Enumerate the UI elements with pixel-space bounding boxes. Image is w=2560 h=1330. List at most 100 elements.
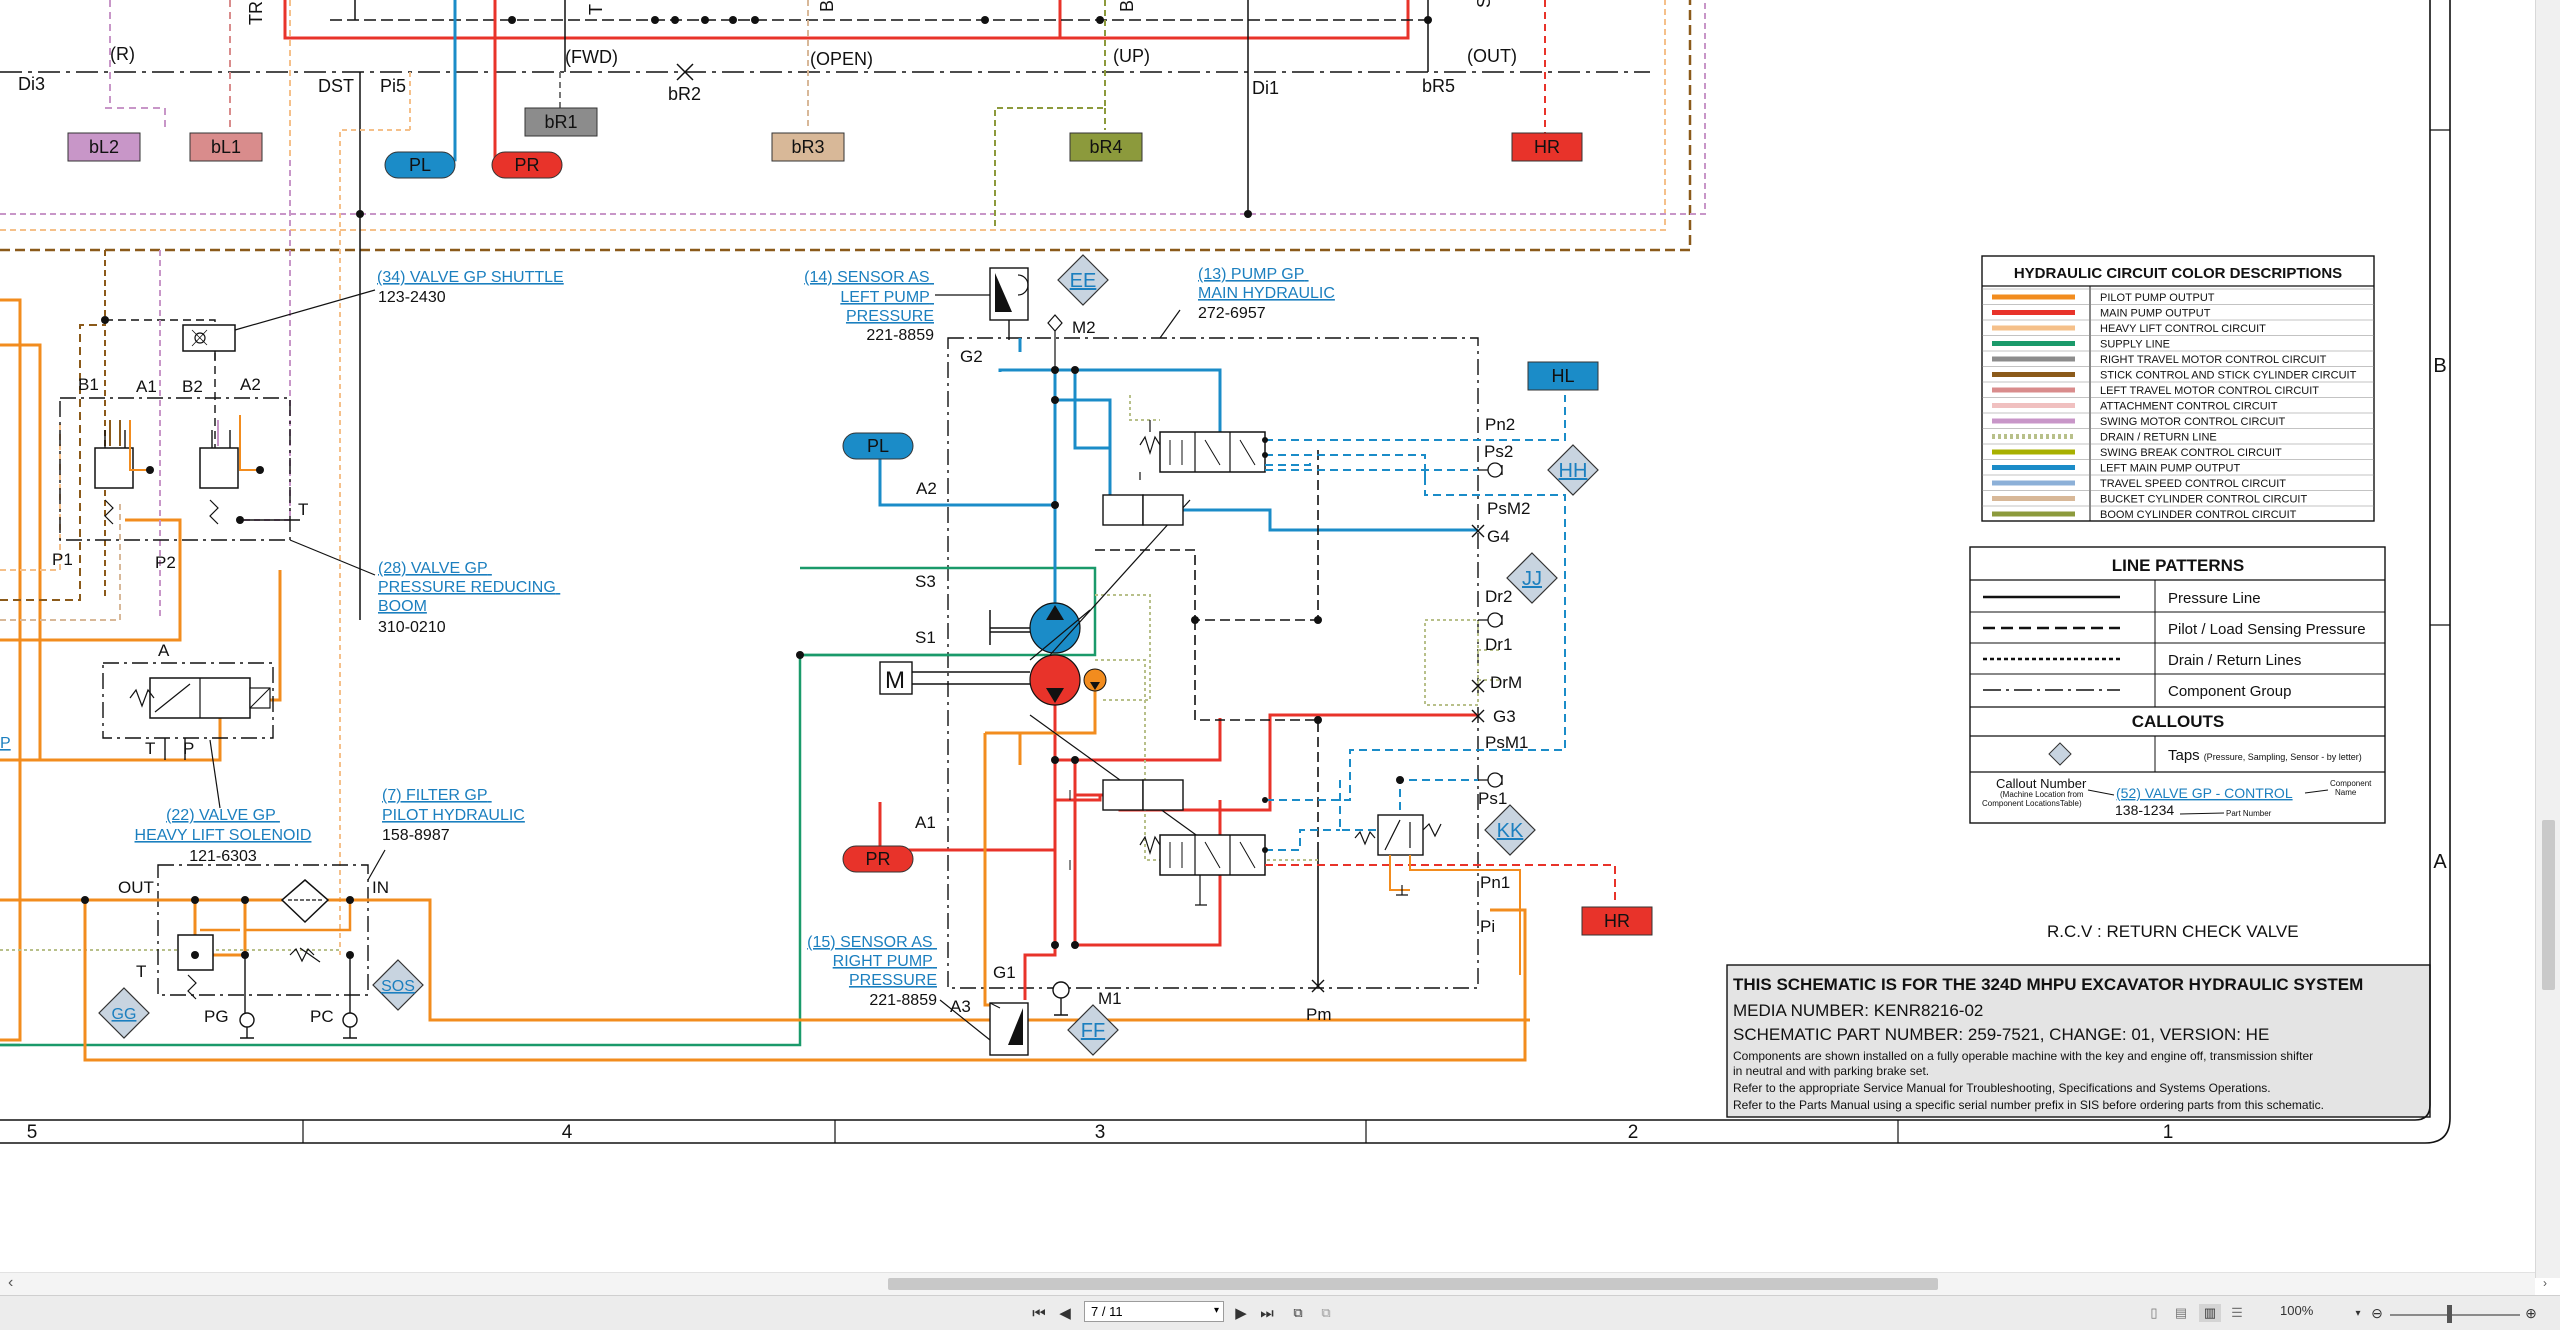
tap-hh[interactable]: HH [1547,444,1599,496]
box-br4[interactable]: bR4 [1069,132,1143,162]
box-pr-top[interactable]: PR [491,151,563,179]
port-p2: P2 [155,553,176,572]
legend-label: PILOT PUMP OUTPUT [2100,292,2215,304]
title-note-4: Refer to the Parts Manual using a specif… [1733,1098,2324,1112]
sol-port-a: A [158,641,170,660]
legend-label: RIGHT TRAVEL MOTOR CONTROL CIRCUIT [2100,354,2327,366]
title-heading: THIS SCHEMATIC IS FOR THE 324D MHPU EXCA… [1733,975,2363,994]
svg-text:PL: PL [867,436,889,456]
port-in: IN [372,878,389,897]
continuous-facing-icon[interactable]: ☰ [2228,1304,2246,1322]
facing-view-icon[interactable]: ▥ [2199,1304,2221,1322]
legend-label: STICK CONTROL AND STICK CYLINDER CIRCUIT [2100,370,2357,382]
scroll-left-arrow-icon[interactable]: ‹ [8,1274,13,1292]
filter-port-t: T [136,962,146,981]
pattern-pressure: Pressure Line [2168,590,2261,607]
svg-text:PL: PL [409,155,431,175]
tap-ff[interactable]: FF [1067,1004,1119,1056]
svg-text:bR4: bR4 [1089,137,1122,157]
svg-text:KK: KK [1497,820,1524,842]
tap-sos[interactable]: SOS [372,959,424,1011]
document-viewport[interactable]: (34) VALVE GP SHUTTLE 123-2430 B1 A1 B2 … [0,0,2535,1275]
legend-title: HYDRAULIC CIRCUIT COLOR DESCRIPTIONS [2014,265,2342,282]
tap-kk[interactable]: KK [1484,804,1536,856]
media-number: MEDIA NUMBER: KENR8216-02 [1733,1001,1983,1020]
sensor-right-link[interactable]: (15) SENSOR AS RIGHT PUMP PRESSURE [807,934,937,989]
main-pump-link[interactable]: (13) PUMP GP MAIN HYDRAULIC [1198,266,1335,302]
legend-label: DRAIN / RETURN LINE [2100,432,2217,444]
last-page-icon[interactable]: ⏭ [1258,1304,1276,1322]
box-pr-mid[interactable]: PR [842,845,914,873]
zoom-dropdown-icon[interactable]: ▾ [2352,1304,2364,1322]
port-psm1: PsM1 [1485,733,1528,752]
page-number-field[interactable]: 7 / 11 ▾ [1084,1301,1224,1322]
port-a2: A2 [240,375,261,394]
next-page-icon[interactable]: ▶ [1232,1304,1250,1322]
grid-col-3: 3 [1095,1122,1106,1143]
sensor-left-link[interactable]: (14) SENSOR AS LEFT PUMP PRESSURE [804,269,934,325]
grid-col-5: 5 [27,1122,38,1143]
box-br1[interactable]: bR1 [524,107,598,137]
box-hr-top[interactable]: HR [1511,132,1583,162]
solenoid-valve-link[interactable]: (22) VALVE GP HEAVY LIFT SOLENOID [135,807,312,844]
legend-label: LEFT TRAVEL MOTOR CONTROL CIRCUIT [2100,385,2319,397]
horizontal-scroll-thumb[interactable] [888,1278,1938,1290]
zoom-out-icon[interactable]: ⊖ [2368,1304,2386,1322]
tap-gg[interactable]: GG [98,987,150,1039]
box-pl-mid[interactable]: PL [842,432,914,460]
label-up: (UP) [1113,46,1150,66]
vertical-scrollbar[interactable]: › [2535,0,2560,1290]
line-patterns-title: LINE PATTERNS [2112,556,2245,575]
example-callout-link[interactable]: (52) VALVE GP - CONTROL [2116,785,2293,801]
shuttle-valve-part-number: 123-2430 [378,289,446,306]
box-br3[interactable]: bR3 [771,132,845,162]
prev-page-icon[interactable]: ◀ [1056,1304,1074,1322]
grid-row-a: A [2433,851,2447,873]
title-note-3: Refer to the appropriate Service Manual … [1733,1081,2271,1095]
filter-link[interactable]: (7) FILTER GP PILOT HYDRAULIC [382,787,525,824]
box-bl2[interactable]: bL2 [67,132,141,162]
port-out: OUT [118,878,154,897]
zoom-slider-handle[interactable] [2447,1305,2452,1323]
box-bl1[interactable]: bL1 [189,132,263,162]
edge-p-link[interactable]: P [0,735,11,752]
solenoid-part-number: 121-6303 [189,848,257,865]
port-g1: G1 [993,963,1016,982]
svg-text:HR: HR [1534,137,1560,157]
tap-jj[interactable]: JJ [1506,552,1558,604]
label-r: (R) [110,44,135,64]
zoom-level[interactable]: 100% [2280,1303,2313,1318]
pump-port-a2: A2 [916,479,937,498]
port-drm: DrM [1490,673,1522,692]
line-patterns-box: LINE PATTERNS Pressure Line Pilot / Load… [1969,546,2386,824]
fit-page-icon[interactable]: ⧉ [1316,1304,1336,1322]
horizontal-scrollbar[interactable]: ‹ [0,1272,2535,1295]
box-pl-top[interactable]: PL [384,151,456,179]
port-m2: M2 [1072,318,1096,337]
continuous-view-icon[interactable]: ▤ [2172,1304,2190,1322]
vertical-scroll-thumb[interactable] [2542,820,2555,990]
page-dropdown-icon[interactable]: ▾ [1214,1305,1219,1316]
reducing-valve-link[interactable]: (28) VALVE GP PRESSURE REDUCING BOOM [378,560,560,615]
shuttle-valve-link[interactable]: (34) VALVE GP SHUTTLE [377,269,564,286]
port-s1: S1 [915,628,936,647]
label-fwd: (FWD) [565,47,618,67]
zoom-slider-track[interactable] [2390,1314,2520,1316]
tap-ee[interactable]: EE [1057,254,1109,306]
grid-col-4: 4 [562,1122,573,1143]
multi-page-icon[interactable]: ⧉ [1288,1304,1308,1322]
reducing-valve-part-number: 310-0210 [378,619,446,636]
scroll-right-arrow-icon[interactable]: › [2543,1276,2547,1290]
heavy-lift-solenoid-valve [102,662,274,809]
pattern-drain: Drain / Return Lines [2168,652,2301,669]
filter-part-number: 158-8987 [382,827,450,844]
pilot-filter-group [81,849,1530,1062]
grid-row-b: B [2433,355,2446,377]
box-hr-bottom[interactable]: HR [1581,906,1653,936]
svg-text:PR: PR [514,155,539,175]
first-page-icon[interactable]: ⏮ [1030,1304,1048,1322]
box-hl[interactable]: HL [1527,361,1599,391]
single-page-view-icon[interactable]: ▯ [2145,1304,2163,1322]
port-dr1: Dr1 [1485,635,1512,654]
zoom-in-icon[interactable]: ⊕ [2522,1304,2540,1322]
